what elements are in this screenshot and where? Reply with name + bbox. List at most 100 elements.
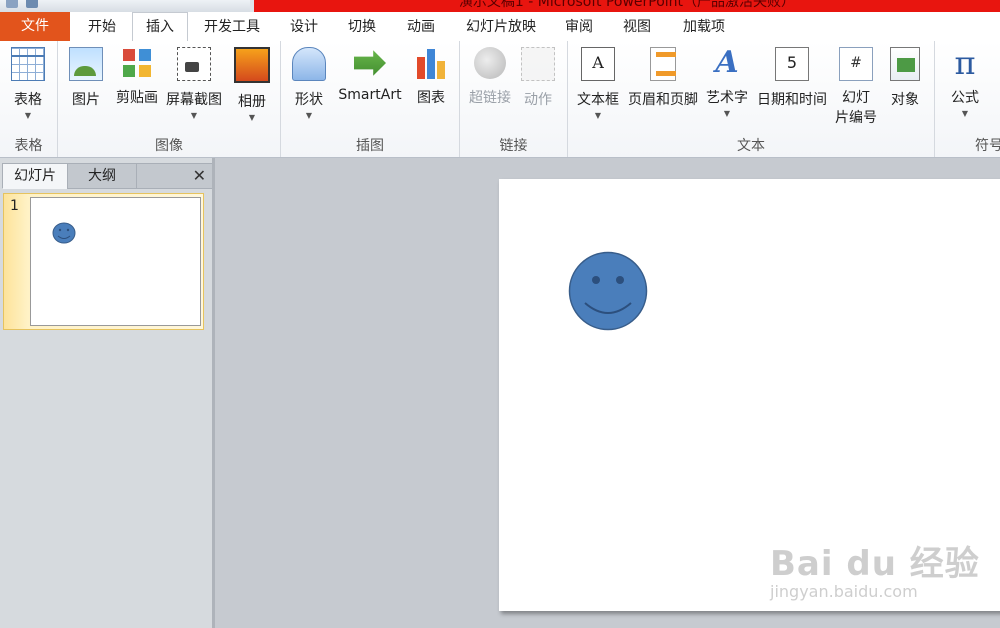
textbox-icon: A xyxy=(581,47,615,81)
group-tables: 表格 ▼ 表格 xyxy=(0,41,58,157)
dropdown-arrow-icon: ▼ xyxy=(594,111,602,120)
smartart-icon xyxy=(354,50,386,76)
clipart-label: 剪贴画 xyxy=(116,90,158,106)
watermark: Bai du 经验 jingyan.baidu.com xyxy=(770,522,1000,612)
slide-number-label-line1: 幻灯 xyxy=(842,90,870,106)
tab-slides[interactable]: 幻灯片 xyxy=(2,163,68,189)
thumbnail-smiley-shape xyxy=(52,222,76,244)
tab-animations[interactable]: 动画 xyxy=(396,14,446,40)
dropdown-arrow-icon: ▼ xyxy=(190,111,198,120)
tab-insert[interactable]: 插入 xyxy=(132,12,188,42)
slide-number-icon: # xyxy=(839,47,873,81)
shapes-icon xyxy=(292,47,326,81)
watermark-brand: Bai du 经验 xyxy=(770,544,980,584)
tab-file[interactable]: 文件 xyxy=(0,12,70,41)
tab-slideshow[interactable]: 幻灯片放映 xyxy=(456,14,546,40)
hyperlink-icon xyxy=(474,47,506,79)
window-title: 演示文稿1 - Microsoft PowerPoint（产品激活失败） xyxy=(458,0,796,10)
app-icon[interactable] xyxy=(6,0,18,8)
object-label: 对象 xyxy=(891,92,919,108)
group-label-links: 链接 xyxy=(499,138,528,154)
tab-developer[interactable]: 开发工具 xyxy=(194,14,270,40)
group-symbols: π 公式 ▼ 符号 xyxy=(935,41,1000,157)
calendar-icon: 5 xyxy=(775,47,809,81)
slide-number-label-line2: 片编号 xyxy=(835,110,877,126)
tab-transitions[interactable]: 切换 xyxy=(336,14,388,40)
equation-label: 公式 xyxy=(951,90,979,106)
group-label-symbols: 符号 xyxy=(975,138,1000,154)
smartart-button[interactable]: SmartArt xyxy=(337,47,403,103)
tab-design[interactable]: 设计 xyxy=(280,14,328,40)
action-label: 动作 xyxy=(524,92,552,108)
chart-icon xyxy=(415,47,447,79)
slide-thumbnail-number: 1 xyxy=(10,198,19,214)
wordart-label: 艺术字 xyxy=(706,90,748,106)
header-footer-label: 页眉和页脚 xyxy=(628,92,698,108)
dropdown-arrow-icon: ▼ xyxy=(248,113,256,122)
slides-pane: 幻灯片 大纲 ✕ 1 xyxy=(0,158,215,628)
ribbon-tabs: 文件 开始 插入 开发工具 设计 切换 动画 幻灯片放映 审阅 视图 加载项 xyxy=(0,12,1000,42)
close-icon[interactable]: ✕ xyxy=(193,166,206,185)
save-icon[interactable] xyxy=(26,0,38,8)
header-footer-icon xyxy=(650,47,676,81)
pi-icon: π xyxy=(954,44,976,82)
slide-thumbnail[interactable] xyxy=(30,197,201,326)
screenshot-label: 屏幕截图 xyxy=(166,92,222,108)
header-footer-button[interactable]: 页眉和页脚 xyxy=(626,47,700,109)
title-bar-banner: 演示文稿1 - Microsoft PowerPoint（产品激活失败） xyxy=(254,0,1000,12)
picture-icon xyxy=(69,47,103,81)
watermark-url: jingyan.baidu.com xyxy=(770,582,918,601)
table-icon xyxy=(11,47,45,81)
chart-label: 图表 xyxy=(417,90,445,106)
date-time-label: 日期和时间 xyxy=(757,92,827,108)
group-images: 图片 剪贴画 屏幕截图 ▼ 相册 ▼ 图像 xyxy=(58,41,281,157)
wordart-button[interactable]: A 艺术字 ▼ xyxy=(704,45,750,119)
shapes-label: 形状 xyxy=(295,92,323,108)
hyperlink-button[interactable]: 超链接 xyxy=(466,47,514,107)
tab-addins[interactable]: 加载项 xyxy=(672,14,736,40)
equation-button[interactable]: π 公式 ▼ xyxy=(943,47,987,118)
dropdown-arrow-icon: ▼ xyxy=(305,111,313,120)
shapes-button[interactable]: 形状 ▼ xyxy=(289,47,329,120)
wordart-icon: A xyxy=(715,45,739,80)
slide-thumbnail-item[interactable]: 1 xyxy=(3,193,204,330)
chart-button[interactable]: 图表 xyxy=(411,47,451,107)
textbox-button[interactable]: A 文本框 ▼ xyxy=(574,47,622,120)
screenshot-button[interactable]: 屏幕截图 ▼ xyxy=(164,47,224,120)
dropdown-arrow-icon: ▼ xyxy=(723,109,731,118)
quick-access-toolbar xyxy=(0,0,250,12)
object-button[interactable]: 对象 xyxy=(884,47,926,109)
tab-home[interactable]: 开始 xyxy=(76,14,128,40)
table-label: 表格 xyxy=(14,92,42,108)
group-text: A 文本框 ▼ 页眉和页脚 A 艺术字 ▼ 5 日期和时间 # 幻灯 片编号 对… xyxy=(568,41,935,157)
object-icon xyxy=(890,47,920,81)
photo-album-label: 相册 xyxy=(238,94,266,110)
hyperlink-label: 超链接 xyxy=(469,90,511,106)
tab-outline[interactable]: 大纲 xyxy=(67,163,137,189)
ribbon: 表格 ▼ 表格 图片 剪贴画 屏幕截图 ▼ 相册 ▼ 图像 形状 ▼ Smart… xyxy=(0,41,1000,158)
picture-label: 图片 xyxy=(72,92,100,108)
pane-tabs: 幻灯片 大纲 ✕ xyxy=(0,163,212,189)
smartart-label: SmartArt xyxy=(338,87,402,103)
tab-view[interactable]: 视图 xyxy=(612,14,662,40)
dropdown-arrow-icon: ▼ xyxy=(961,109,969,118)
clipart-icon xyxy=(121,47,153,79)
tab-review[interactable]: 审阅 xyxy=(556,14,602,40)
date-time-button[interactable]: 5 日期和时间 xyxy=(754,47,830,109)
group-illustrations: 形状 ▼ SmartArt 图表 插图 xyxy=(281,41,460,157)
photo-album-icon xyxy=(234,47,270,83)
table-button[interactable]: 表格 ▼ xyxy=(5,47,51,120)
group-label-text: 文本 xyxy=(737,138,765,154)
photo-album-button[interactable]: 相册 ▼ xyxy=(232,47,272,122)
dropdown-arrow-icon: ▼ xyxy=(24,111,32,120)
group-label-illustrations: 插图 xyxy=(356,138,384,154)
group-label-tables: 表格 xyxy=(14,138,43,154)
picture-button[interactable]: 图片 xyxy=(68,47,104,109)
slide-number-button[interactable]: # 幻灯 片编号 xyxy=(834,47,878,127)
clipart-button[interactable]: 剪贴画 xyxy=(114,47,160,107)
screenshot-icon xyxy=(177,47,211,81)
action-button[interactable]: 动作 xyxy=(520,47,556,109)
textbox-label: 文本框 xyxy=(577,92,619,108)
action-icon xyxy=(521,47,555,81)
group-label-images: 图像 xyxy=(155,138,183,154)
